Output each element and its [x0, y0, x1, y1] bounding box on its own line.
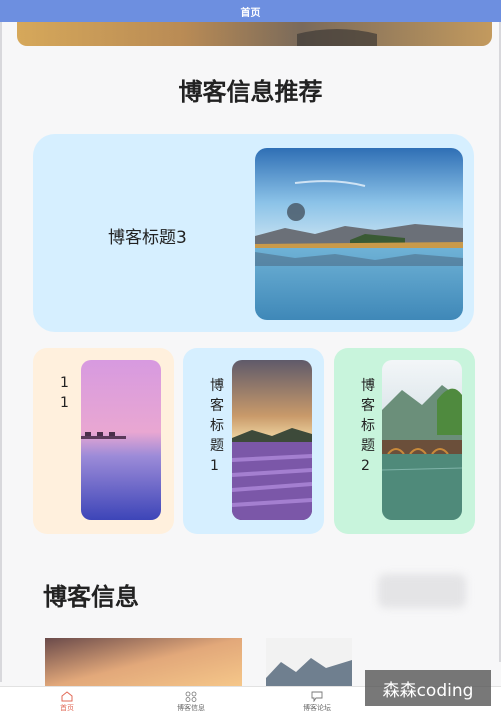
- top-nav-bar: 首页: [0, 0, 501, 22]
- recommend-card-3-label: 博客标题2: [361, 378, 375, 474]
- tab-home-label: 首页: [60, 704, 74, 712]
- tab-blog-info-label: 博客信息: [177, 704, 205, 712]
- floating-dot-icon: [287, 203, 305, 221]
- recommend-card-1-image[interactable]: [81, 360, 161, 520]
- recommend-card-large-label: 博客标题3: [108, 228, 187, 248]
- watermark: 森森coding: [365, 670, 491, 706]
- blog-thumbnail[interactable]: [266, 638, 352, 688]
- chat-icon: [311, 691, 323, 702]
- recommend-card-3-image[interactable]: [382, 360, 462, 520]
- tab-blog-forum[interactable]: 博客论坛: [287, 687, 347, 717]
- recommend-card-large-image[interactable]: [255, 148, 463, 320]
- home-icon: [61, 691, 73, 702]
- blurred-placeholder: [378, 574, 466, 608]
- recommend-card-2-label: 博客标题1: [210, 378, 224, 474]
- grid-icon: [185, 691, 197, 702]
- info-section-title: 博客信息: [43, 583, 139, 611]
- recommend-card-2-image[interactable]: [232, 360, 312, 520]
- page-title: 首页: [240, 7, 261, 19]
- blog-thumbnail[interactable]: [45, 638, 242, 688]
- tab-blog-info[interactable]: 博客信息: [161, 687, 221, 717]
- page-edge: [0, 22, 2, 682]
- tab-home[interactable]: 首页: [37, 687, 97, 717]
- recommend-section-title: 博客信息推荐: [178, 78, 323, 106]
- recommend-card-1-label: 11: [60, 375, 69, 411]
- tab-blog-forum-label: 博客论坛: [303, 704, 331, 712]
